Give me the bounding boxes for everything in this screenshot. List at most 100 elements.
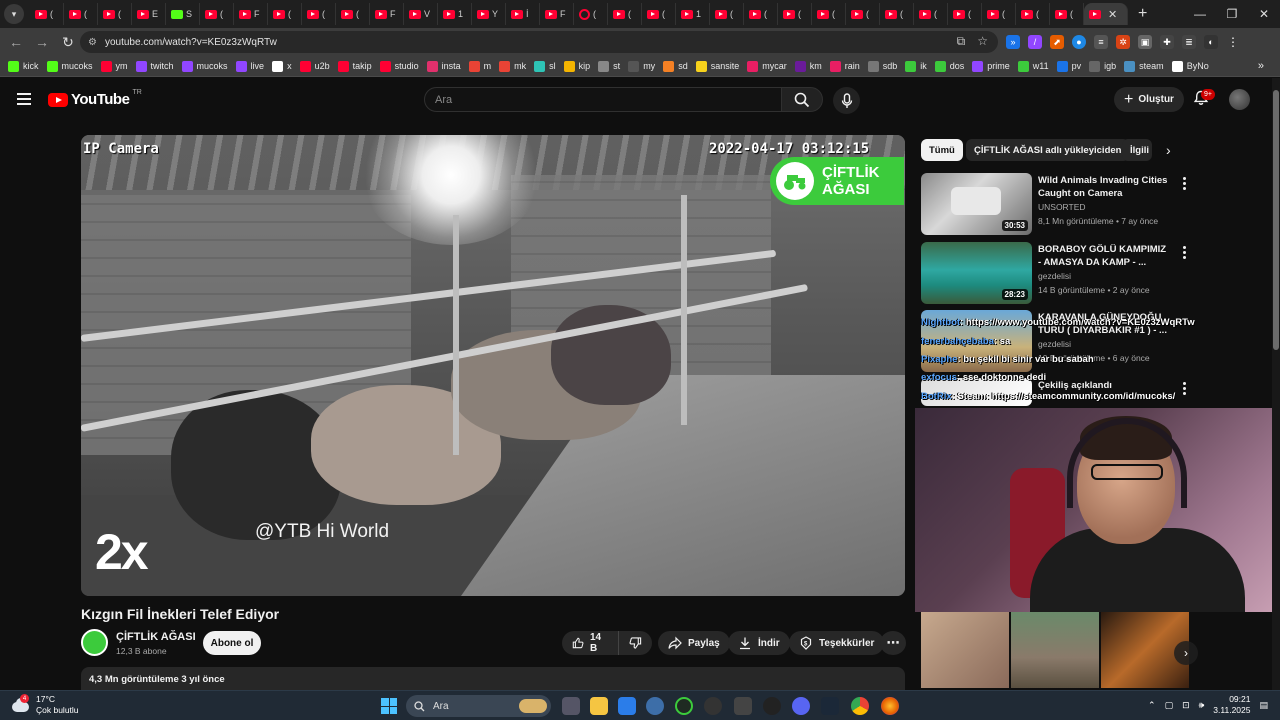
bookmark-item[interactable]: m (468, 60, 491, 72)
bookmark-item[interactable]: kip (563, 60, 590, 72)
page-scrollbar[interactable] (1272, 78, 1280, 690)
bookmark-item[interactable]: dos (934, 60, 964, 72)
profile-icon[interactable]: ◐ (1204, 35, 1218, 49)
shorts-next-button[interactable]: › (1174, 641, 1198, 665)
bookmark-item[interactable]: km (794, 60, 822, 72)
bookmark-star-icon[interactable]: ☆ (977, 34, 988, 49)
tab-search-button[interactable]: ▾ (4, 4, 24, 24)
bookmark-item[interactable]: prime (972, 60, 1010, 72)
taskbar-search[interactable]: Ara (406, 695, 551, 717)
description-box[interactable]: 4,3 Mn görüntüleme 3 yıl önce (81, 667, 905, 691)
share-button[interactable]: Paylaş (658, 631, 730, 655)
chrome-menu-icon[interactable]: ⋮ (1226, 35, 1240, 49)
bookmark-item[interactable]: rain (829, 60, 860, 72)
extension-icon[interactable]: ● (1072, 35, 1086, 49)
address-bar[interactable]: ⚙ youtube.com/watch?v=KE0z3zWqRTw ⧉ ☆ (80, 31, 998, 53)
app-icon[interactable] (704, 697, 722, 715)
browser-tab[interactable]: ( (574, 3, 608, 25)
browser-tab[interactable]: ( (200, 3, 234, 25)
steam-icon[interactable] (821, 697, 839, 715)
guide-menu-icon[interactable] (17, 93, 31, 105)
extension-icon[interactable]: ✲ (1116, 35, 1130, 49)
volume-icon[interactable]: 🕪 (1199, 700, 1205, 711)
browser-tab[interactable]: ( (744, 3, 778, 25)
browser-tab[interactable]: ( (778, 3, 812, 25)
bookmark-item[interactable]: x (272, 60, 292, 72)
browser-tab[interactable]: 1 (676, 3, 710, 25)
bookmark-item[interactable]: st (598, 60, 620, 72)
browser-tab[interactable]: ( (30, 3, 64, 25)
forward-button[interactable]: → (30, 30, 54, 54)
settings-icon[interactable] (646, 697, 664, 715)
bookmark-item[interactable]: igb (1089, 60, 1116, 72)
like-button[interactable]: 14 B (562, 631, 618, 655)
browser-tab[interactable]: Y (472, 3, 506, 25)
bookmark-item[interactable]: mk (499, 60, 526, 72)
recommendation-title[interactable]: Wild Animals Invading Cities Caught on C… (1038, 174, 1168, 200)
short-thumbnail[interactable] (921, 612, 1009, 688)
close-tab-icon[interactable]: ✕ (1108, 8, 1117, 21)
browser-tab[interactable]: ( (880, 3, 914, 25)
bookmark-item[interactable]: steam (1124, 60, 1164, 72)
download-button[interactable]: İndir (728, 631, 790, 655)
voice-search-button[interactable] (833, 87, 860, 114)
bookmark-item[interactable]: u2b (299, 60, 330, 72)
browser-tab[interactable]: F (540, 3, 574, 25)
chip-from-uploader[interactable]: ÇİFTLİK AĞASI adlı yükleyiciden (966, 139, 1130, 161)
bookmark-item[interactable]: ym (100, 60, 128, 72)
browser-tab[interactable]: ( (642, 3, 676, 25)
bookmark-item[interactable]: live (235, 60, 264, 72)
chip-all[interactable]: Tümü (921, 139, 963, 161)
more-actions-button[interactable]: ⋯ (880, 631, 906, 655)
install-app-icon[interactable]: ⧉ (957, 34, 966, 49)
extension-icon[interactable]: ▣ (1138, 35, 1152, 49)
bookmark-item[interactable]: mycar (747, 60, 787, 72)
browser-tab[interactable]: ( (64, 3, 98, 25)
scrollbar-thumb[interactable] (1273, 90, 1279, 350)
start-windows-icon[interactable] (381, 698, 397, 714)
recommendation-item[interactable]: 30:53 Wild Animals Invading Cities Caugh… (921, 173, 1261, 235)
notification-center-icon[interactable]: ▤ (1259, 700, 1268, 711)
tray-overflow-icon[interactable]: ⌃ (1148, 700, 1156, 711)
new-tab-button[interactable]: + (1138, 5, 1147, 23)
bookmark-item[interactable]: studio (379, 60, 419, 72)
dislike-button[interactable] (618, 631, 652, 655)
account-avatar[interactable] (1229, 89, 1250, 110)
recommendation-channel[interactable]: gezdelisi (1038, 339, 1071, 349)
subscribe-button[interactable]: Abone ol (203, 631, 261, 655)
store-icon[interactable] (618, 697, 636, 715)
browser-tab[interactable]: ( (268, 3, 302, 25)
restore-button[interactable]: ❐ (1216, 0, 1248, 28)
bookmark-item[interactable]: insta (426, 60, 461, 72)
browser-tab[interactable]: ( (98, 3, 132, 25)
extension-icon[interactable]: ≡ (1094, 35, 1108, 49)
browser-tab[interactable]: ( (914, 3, 948, 25)
bookmark-item[interactable]: takip (337, 60, 372, 72)
close-window-button[interactable]: ✕ (1248, 0, 1280, 28)
video-player[interactable]: IP Camera 2022-04-17 03:12:15 ÇİFTLİK AĞ… (81, 135, 905, 596)
browser-tab[interactable]: ( (608, 3, 642, 25)
bookmark-item[interactable]: w11 (1017, 60, 1049, 72)
task-view-icon[interactable] (562, 697, 580, 715)
chip-related[interactable]: İlgili (1122, 139, 1152, 161)
browser-tab[interactable]: ( (1016, 3, 1050, 25)
weather-widget[interactable]: 4 17°C Çok bulutlu (10, 694, 79, 716)
bookmark-item[interactable]: sd (663, 60, 688, 72)
recommendation-thumbnail[interactable]: 28:23 (921, 242, 1032, 304)
browser-tab[interactable]: ( (336, 3, 370, 25)
youtube-logo[interactable]: YouTube TR (48, 89, 142, 108)
bookmark-item[interactable]: ByNo (1171, 60, 1209, 72)
browser-tab[interactable]: ( (846, 3, 880, 25)
browser-tab[interactable]: ( (812, 3, 846, 25)
tray-app-icon[interactable]: ▢ (1165, 700, 1174, 711)
app-icon[interactable] (734, 697, 752, 715)
browser-tab[interactable]: F (234, 3, 268, 25)
site-info-icon[interactable]: ⚙ (88, 37, 97, 48)
browser-tab[interactable]: F (370, 3, 404, 25)
bookmark-item[interactable]: my (628, 60, 655, 72)
recommendation-title[interactable]: BORABOY GÖLÜ KAMPIMIZ - AMASYA DA KAMP -… (1038, 243, 1168, 269)
bookmark-item[interactable]: sdb (867, 60, 897, 72)
active-tab[interactable]: ✕ (1084, 3, 1128, 25)
recommendation-thumbnail[interactable]: 30:53 (921, 173, 1032, 235)
file-explorer-icon[interactable] (590, 697, 608, 715)
